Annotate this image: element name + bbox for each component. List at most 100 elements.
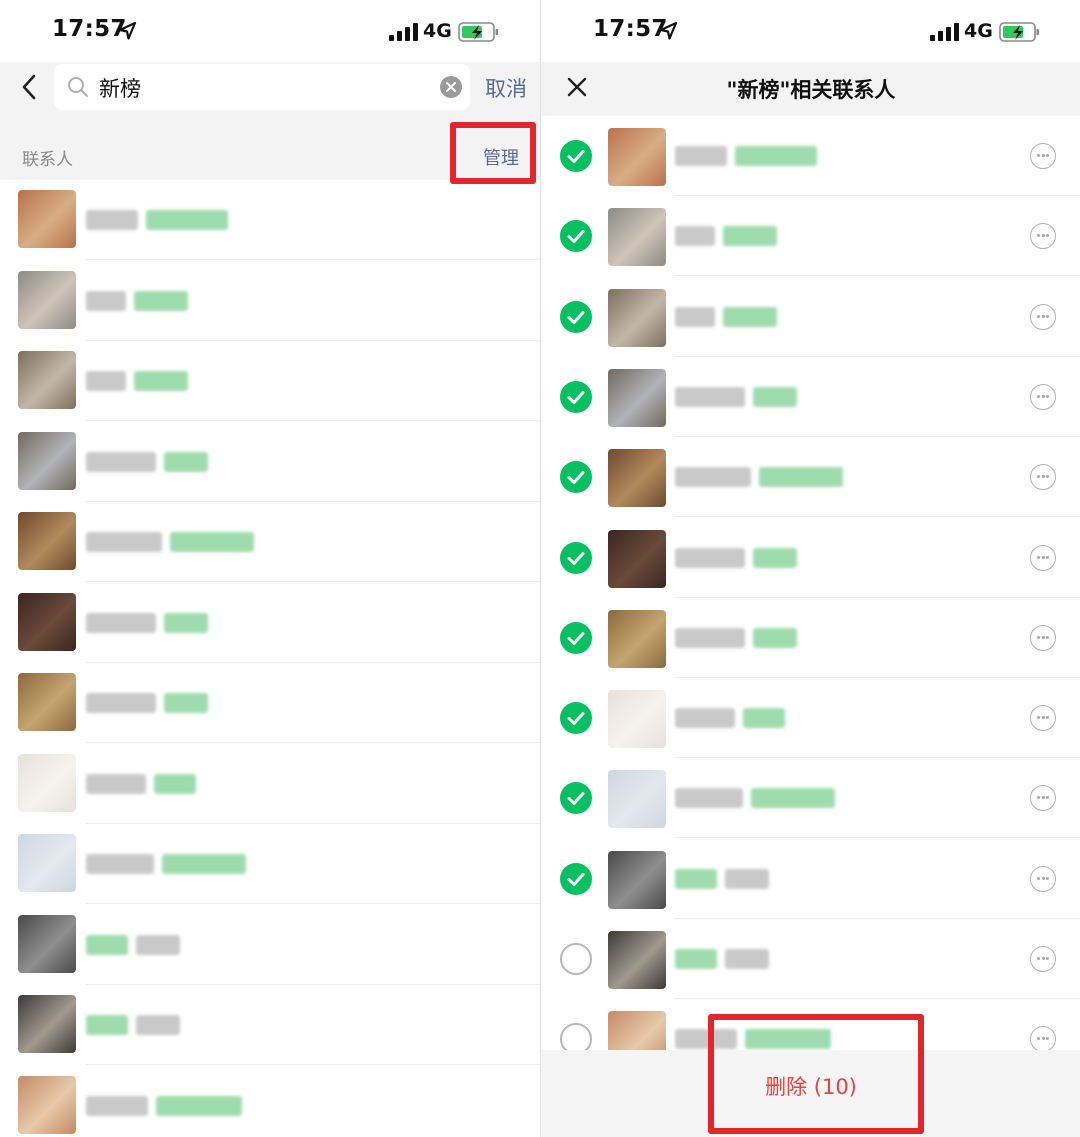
more-options-icon[interactable] xyxy=(1030,624,1056,651)
contact-name-match-blurred xyxy=(162,854,246,874)
selectable-contact-row[interactable] xyxy=(541,598,1080,678)
checkbox-unchecked-icon[interactable] xyxy=(560,943,592,975)
selectable-contact-row[interactable] xyxy=(541,437,1080,518)
checkbox-checked-icon[interactable] xyxy=(560,621,592,654)
contact-row[interactable] xyxy=(0,422,540,502)
contact-name-blurred xyxy=(86,773,146,794)
manage-contacts-screen: 17:57 4G "新榜"相关联系人 删除 (10) xyxy=(541,0,1080,1137)
avatar xyxy=(608,449,666,508)
contact-row[interactable] xyxy=(0,985,540,1065)
selectable-contact-row[interactable] xyxy=(541,357,1080,437)
contact-name-blurred xyxy=(86,451,156,472)
checkbox-checked-icon[interactable] xyxy=(560,461,592,494)
search-icon xyxy=(68,77,88,97)
cancel-button[interactable]: 取消 xyxy=(485,73,527,103)
checkbox-checked-icon[interactable] xyxy=(560,541,592,574)
contact-row[interactable] xyxy=(0,261,540,341)
signal-icon xyxy=(389,23,418,41)
avatar xyxy=(18,431,76,490)
contact-name-blurred xyxy=(86,371,126,391)
avatar xyxy=(18,1075,76,1134)
contacts-section-label: 联系人 xyxy=(22,150,73,170)
checkbox-checked-icon[interactable] xyxy=(560,300,592,333)
contact-name-match-blurred xyxy=(675,949,717,969)
more-options-icon[interactable] xyxy=(1030,303,1056,330)
contact-name-blurred xyxy=(725,949,769,969)
location-arrow-icon xyxy=(659,21,678,40)
selectable-contact-row[interactable] xyxy=(541,678,1080,759)
checkbox-checked-icon[interactable] xyxy=(560,140,592,172)
contact-name-blurred xyxy=(675,467,751,488)
contact-row[interactable] xyxy=(0,1066,540,1137)
more-options-icon[interactable] xyxy=(1030,383,1056,410)
contact-name-blurred xyxy=(675,146,727,166)
contact-name-match-blurred xyxy=(164,693,208,713)
avatar xyxy=(18,914,76,973)
contact-name-match-blurred xyxy=(156,1095,242,1116)
contact-row[interactable] xyxy=(0,824,540,904)
contact-row[interactable] xyxy=(0,744,540,824)
contact-name-match-blurred xyxy=(753,386,797,407)
contact-row[interactable] xyxy=(0,905,540,985)
contact-name-blurred xyxy=(86,210,138,230)
contact-name-match-blurred xyxy=(86,934,128,955)
manage-header: "新榜"相关联系人 xyxy=(541,62,1080,116)
contact-row[interactable] xyxy=(0,180,540,260)
contact-name-blurred xyxy=(675,226,715,247)
contact-row[interactable] xyxy=(0,583,540,663)
avatar xyxy=(608,368,666,427)
signal-icon xyxy=(930,23,959,41)
contact-name-match-blurred xyxy=(759,467,843,488)
selectable-contact-row[interactable] xyxy=(541,518,1080,598)
more-options-icon[interactable] xyxy=(1030,143,1056,169)
contact-row[interactable] xyxy=(0,341,540,421)
more-options-icon[interactable] xyxy=(1030,865,1056,892)
contact-row[interactable] xyxy=(0,663,540,743)
selectable-contact-row[interactable] xyxy=(541,839,1080,919)
more-options-icon[interactable] xyxy=(1030,785,1056,812)
contact-name-blurred xyxy=(86,693,156,713)
more-options-icon[interactable] xyxy=(1030,544,1056,571)
contact-name-blurred xyxy=(675,306,715,327)
selectable-contact-row[interactable] xyxy=(541,116,1080,196)
checkbox-checked-icon[interactable] xyxy=(560,702,592,735)
contact-name-blurred xyxy=(675,708,735,729)
more-options-icon[interactable] xyxy=(1030,464,1056,491)
contact-name-match-blurred xyxy=(86,1015,128,1035)
highlight-box-delete xyxy=(708,1014,924,1134)
contact-name-match-blurred xyxy=(164,612,208,633)
checkbox-checked-icon[interactable] xyxy=(560,782,592,815)
contact-name-blurred xyxy=(675,788,743,809)
avatar xyxy=(18,673,76,731)
more-options-icon[interactable] xyxy=(1030,223,1056,250)
contact-name-blurred xyxy=(725,868,769,889)
battery-charging-icon xyxy=(999,22,1039,42)
location-arrow-icon xyxy=(118,21,137,40)
contact-name-match-blurred xyxy=(154,773,196,794)
more-options-icon[interactable] xyxy=(1030,946,1056,972)
contact-name-match-blurred xyxy=(753,547,797,568)
selectable-contact-row[interactable] xyxy=(541,277,1080,357)
avatar xyxy=(18,753,76,812)
back-arrow-icon[interactable] xyxy=(18,73,42,101)
checkbox-checked-icon[interactable] xyxy=(560,862,592,895)
contact-name-match-blurred xyxy=(170,532,254,552)
highlight-box-manage xyxy=(450,122,536,184)
search-header: 新榜 取消 xyxy=(0,62,540,128)
selectable-contact-row[interactable] xyxy=(541,919,1080,999)
selectable-contact-row[interactable] xyxy=(541,196,1080,277)
more-options-icon[interactable] xyxy=(1030,1026,1056,1053)
clear-search-icon[interactable] xyxy=(440,76,462,98)
checkbox-checked-icon[interactable] xyxy=(560,220,592,253)
checkbox-checked-icon[interactable] xyxy=(560,380,592,413)
contact-row[interactable] xyxy=(0,502,540,582)
search-input[interactable]: 新榜 xyxy=(54,64,470,110)
avatar xyxy=(608,128,666,186)
avatar xyxy=(608,208,666,267)
network-type: 4G xyxy=(423,20,452,42)
battery-charging-icon xyxy=(458,22,498,42)
avatar xyxy=(608,690,666,749)
more-options-icon[interactable] xyxy=(1030,705,1056,732)
selectable-contact-row[interactable] xyxy=(541,758,1080,839)
avatar xyxy=(18,592,76,651)
